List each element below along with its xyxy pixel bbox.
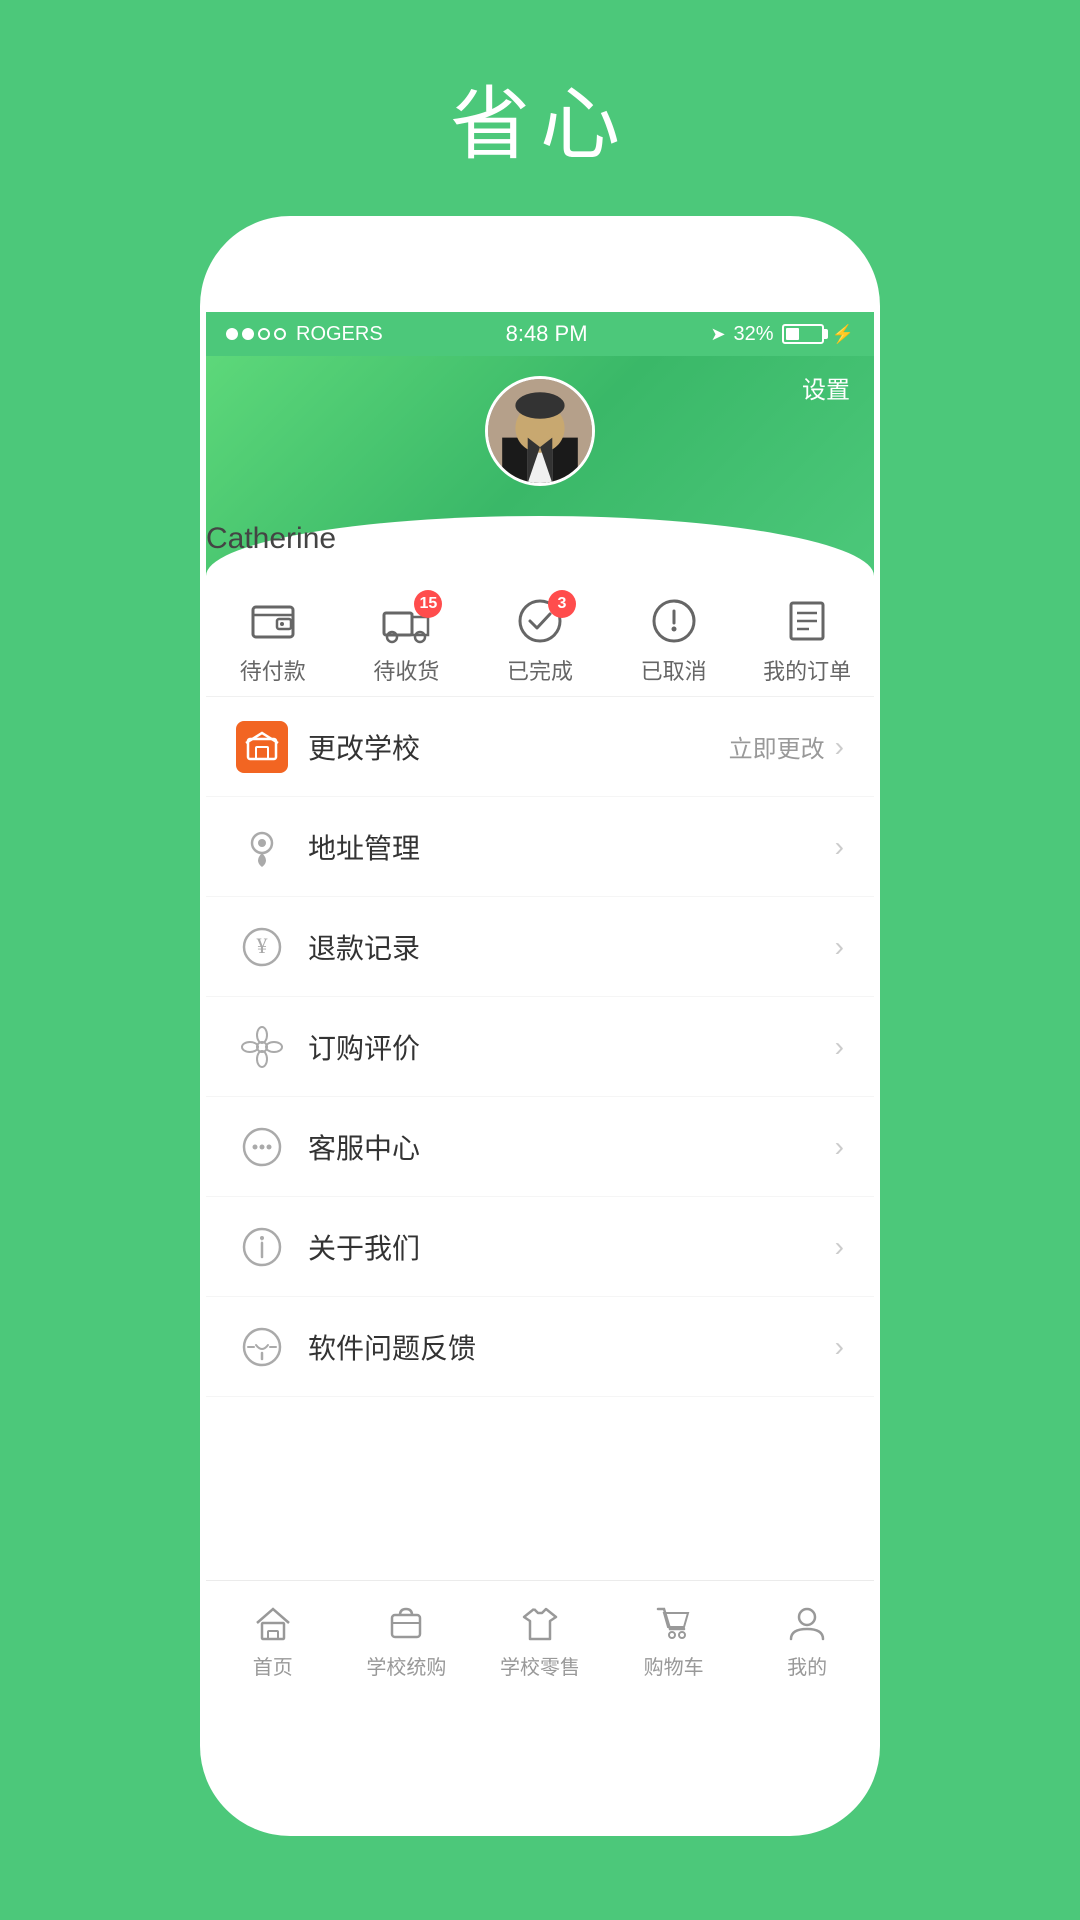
bag-icon xyxy=(384,1601,428,1645)
username-label: Catherine xyxy=(206,522,336,556)
header-arch: Catherine xyxy=(206,516,874,576)
signal-dot-4 xyxy=(274,328,286,340)
pending-payment-icon-wrap xyxy=(243,596,303,646)
address-label: 地址管理 xyxy=(308,827,835,867)
completed-label: 已完成 xyxy=(507,654,573,686)
yuan-icon: ¥ xyxy=(236,921,288,973)
avatar[interactable] xyxy=(485,376,595,486)
location-arrow-icon: ➤ xyxy=(710,324,725,345)
cancelled-label: 已取消 xyxy=(641,654,707,686)
customer-service-chevron: › xyxy=(835,1131,844,1163)
speaker-grille xyxy=(499,258,629,286)
cart-icon xyxy=(652,1601,696,1645)
change-school-label: 更改学校 xyxy=(308,727,729,767)
school-retail-label: 学校零售 xyxy=(500,1651,580,1680)
flower-icon xyxy=(236,1021,288,1073)
signal-dot-3 xyxy=(258,328,270,340)
my-orders-icon-wrap xyxy=(777,596,837,646)
nav-home[interactable]: 首页 xyxy=(223,1601,323,1680)
home-button[interactable] xyxy=(490,1710,590,1810)
order-item-cancelled[interactable]: 已取消 xyxy=(624,596,724,686)
change-school-chevron: › xyxy=(835,731,844,763)
nav-school-group[interactable]: 学校统购 xyxy=(356,1601,456,1680)
nav-cart[interactable]: 购物车 xyxy=(624,1601,724,1680)
feedback-label: 软件问题反馈 xyxy=(308,1327,835,1367)
order-item-my-orders[interactable]: 我的订单 xyxy=(757,596,857,686)
refund-label: 退款记录 xyxy=(308,927,835,967)
pending-delivery-badge: 15 xyxy=(414,590,442,618)
chat-icon xyxy=(236,1121,288,1173)
menu-item-about[interactable]: ! 关于我们 › xyxy=(206,1197,874,1297)
carrier-name: ROGERS xyxy=(296,323,383,346)
home-icon xyxy=(251,1601,295,1645)
menu-item-address[interactable]: 地址管理 › xyxy=(206,797,874,897)
feedback-chevron: › xyxy=(835,1331,844,1363)
order-item-pending-payment[interactable]: 待付款 xyxy=(223,596,323,686)
info-icon: ! xyxy=(236,1221,288,1273)
menu-item-feedback[interactable]: 软件问题反馈 › xyxy=(206,1297,874,1397)
completed-icon-wrap: 3 xyxy=(510,596,570,646)
orders-section: 待付款 15 待收货 xyxy=(206,576,874,697)
power-btn xyxy=(874,562,880,702)
order-item-completed[interactable]: 3 已完成 xyxy=(490,596,590,686)
front-camera xyxy=(451,258,479,286)
charging-icon: ⚡ xyxy=(832,324,854,345)
cancelled-icon-wrap xyxy=(644,596,704,646)
about-chevron: › xyxy=(835,1231,844,1263)
app-title: 省心 xyxy=(450,60,630,176)
menu-item-refund[interactable]: ¥ 退款记录 › xyxy=(206,897,874,997)
pending-payment-label: 待付款 xyxy=(240,654,306,686)
phone-top-bar xyxy=(206,222,874,322)
address-chevron: › xyxy=(835,831,844,863)
phone-content: ROGERS 8:48 PM ➤ 32% ⚡ 设置 xyxy=(206,312,874,1700)
review-label: 订购评价 xyxy=(308,1027,835,1067)
battery-icon xyxy=(782,324,824,344)
wallet-icon xyxy=(249,597,297,645)
avatar-image xyxy=(488,376,592,486)
mine-label: 我的 xyxy=(787,1651,827,1680)
svg-text:¥: ¥ xyxy=(257,933,268,958)
order-item-pending-delivery[interactable]: 15 待收货 xyxy=(356,596,456,686)
menu-item-customer-service[interactable]: 客服中心 › xyxy=(206,1097,874,1197)
shirt-icon xyxy=(518,1601,562,1645)
signal-dot-1 xyxy=(226,328,238,340)
status-time: 8:48 PM xyxy=(506,321,588,347)
my-orders-label: 我的订单 xyxy=(763,654,851,686)
status-left: ROGERS xyxy=(226,323,383,346)
battery-percent: 32% xyxy=(734,323,774,346)
phone-frame: ROGERS 8:48 PM ➤ 32% ⚡ 设置 xyxy=(200,216,880,1836)
school-group-label: 学校统购 xyxy=(366,1651,446,1680)
menu-item-review[interactable]: 订购评价 › xyxy=(206,997,874,1097)
menu-list: 更改学校 立即更改 › 地址管理 › xyxy=(206,697,874,1580)
bug-icon xyxy=(236,1321,288,1373)
home-label: 首页 xyxy=(253,1651,293,1680)
location-icon xyxy=(236,821,288,873)
signal-dot-2 xyxy=(242,328,254,340)
person-icon xyxy=(785,1601,829,1645)
nav-mine[interactable]: 我的 xyxy=(757,1601,857,1680)
pending-delivery-label: 待收货 xyxy=(373,654,439,686)
menu-item-change-school[interactable]: 更改学校 立即更改 › xyxy=(206,697,874,797)
nav-school-retail[interactable]: 学校零售 xyxy=(490,1601,590,1680)
status-right: ➤ 32% ⚡ xyxy=(710,323,854,346)
profile-header: 设置 xyxy=(206,356,874,576)
bottom-nav: 首页 学校统购 学校零售 xyxy=(206,1580,874,1700)
change-school-sub: 立即更改 xyxy=(729,729,825,764)
pending-delivery-icon-wrap: 15 xyxy=(376,596,436,646)
customer-service-label: 客服中心 xyxy=(308,1127,835,1167)
review-chevron: › xyxy=(835,1031,844,1063)
completed-badge: 3 xyxy=(548,590,576,618)
school-icon xyxy=(236,721,288,773)
side-buttons-right xyxy=(874,562,880,702)
refund-chevron: › xyxy=(835,931,844,963)
about-label: 关于我们 xyxy=(308,1227,835,1267)
list-icon xyxy=(783,597,831,645)
cancel-icon xyxy=(650,597,698,645)
cart-label: 购物车 xyxy=(644,1651,704,1680)
battery-fill xyxy=(786,328,799,340)
settings-button[interactable]: 设置 xyxy=(802,370,850,405)
